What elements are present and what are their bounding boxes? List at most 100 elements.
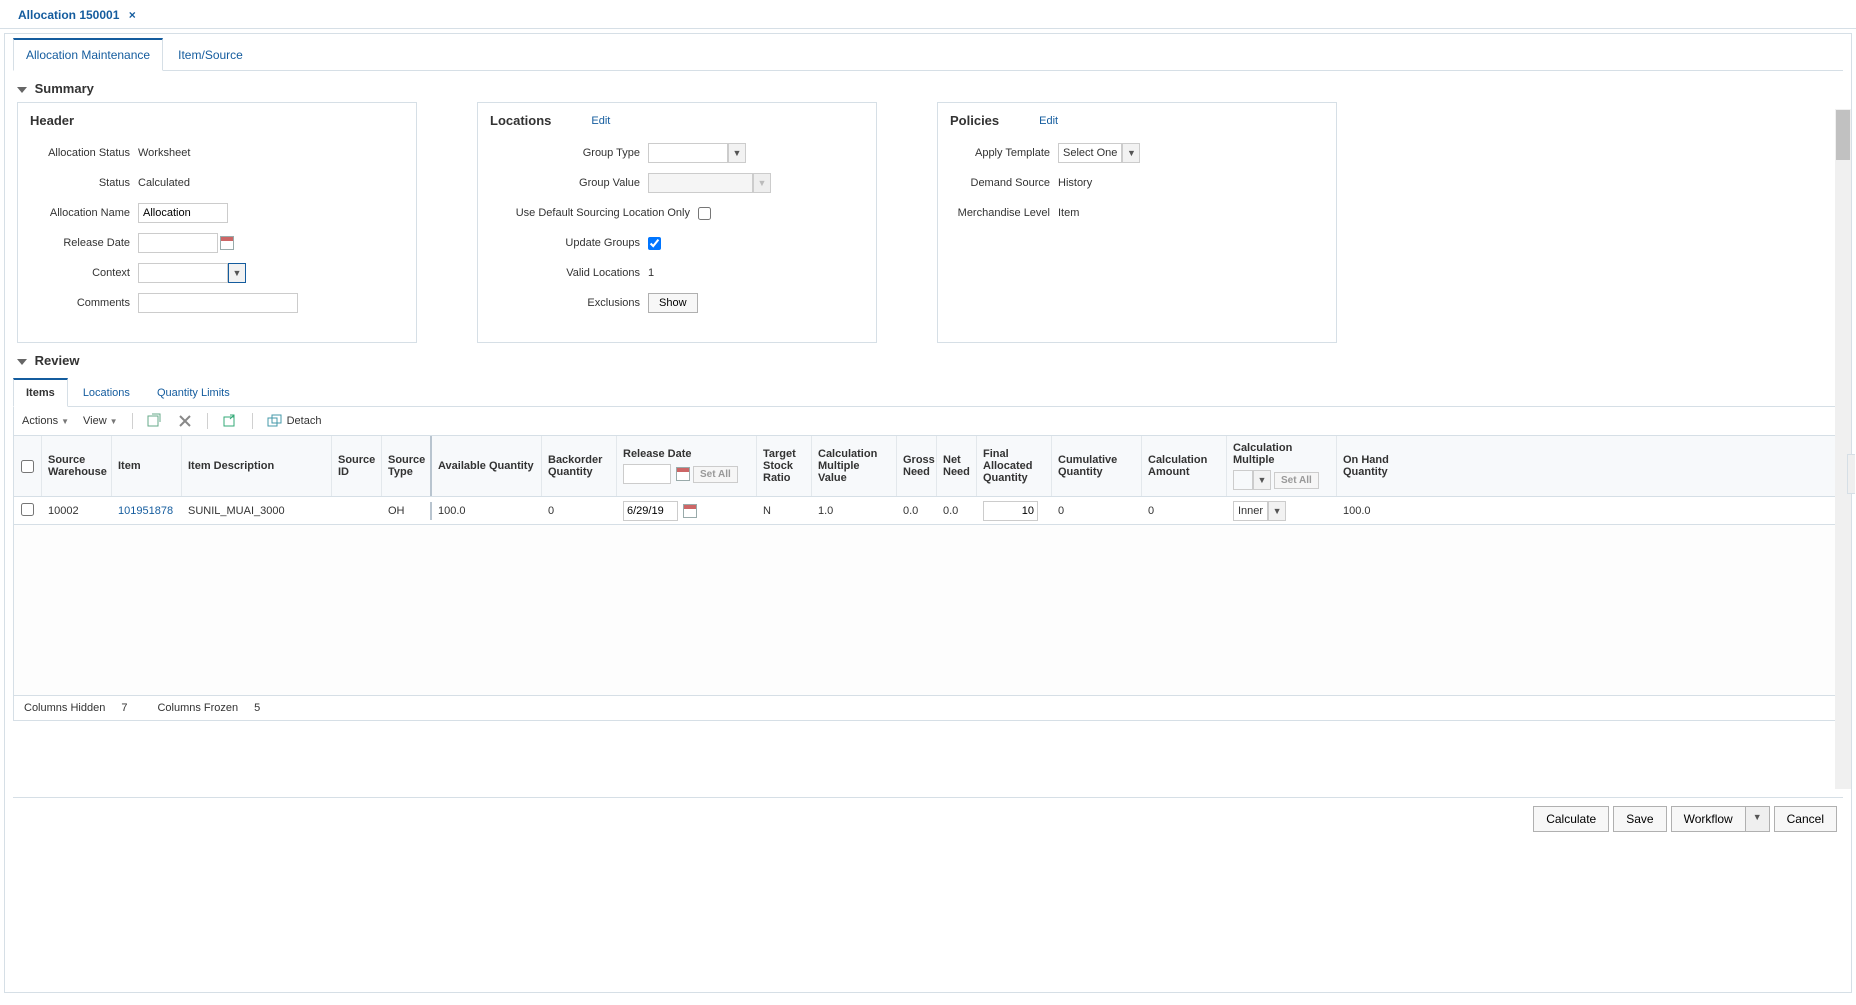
chevron-down-icon[interactable]: ▼ (228, 263, 246, 283)
tab-item-source[interactable]: Item/Source (166, 40, 255, 70)
row-checkbox[interactable] (21, 503, 34, 516)
cell-on-hand-qty: 100.0 (1337, 502, 1407, 520)
tab-items[interactable]: Items (13, 378, 68, 407)
col-release-date[interactable]: Release Date Set All (617, 436, 757, 496)
chevron-down-icon: ▼ (110, 417, 118, 426)
col-calc-multiple[interactable]: Calculation Multiple ▼ Set All (1227, 436, 1337, 496)
set-all-button[interactable]: Set All (1274, 472, 1319, 489)
col-source-id[interactable]: Source ID (332, 436, 382, 496)
actions-menu[interactable]: Actions ▼ (22, 415, 69, 427)
tab-allocation-maintenance[interactable]: Allocation Maintenance (13, 38, 163, 71)
calendar-icon[interactable] (220, 236, 234, 250)
col-source-type[interactable]: Source Type (382, 436, 432, 496)
detach-button[interactable]: Detach (267, 413, 322, 429)
header-panel-title: Header (30, 113, 74, 128)
review-header[interactable]: Review (13, 343, 1843, 374)
group-type-select[interactable] (648, 143, 728, 163)
locations-edit-link[interactable]: Edit (591, 115, 610, 127)
workflow-dropdown-toggle[interactable]: ▼ (1745, 806, 1770, 832)
export-icon[interactable] (222, 413, 238, 429)
chevron-down-icon[interactable]: ▼ (728, 143, 746, 163)
context-select[interactable] (138, 263, 228, 283)
col-net-need[interactable]: Net Need (937, 436, 977, 496)
tab-quantity-limits[interactable]: Quantity Limits (145, 380, 242, 406)
disclosure-icon (17, 87, 27, 93)
merchandise-level-label: Merchandise Level (950, 207, 1050, 219)
final-alloc-qty-input[interactable] (983, 501, 1038, 521)
calendar-icon[interactable] (676, 467, 690, 481)
col-item[interactable]: Item (112, 436, 182, 496)
cell-cumulative-qty: 0 (1052, 502, 1142, 520)
view-menu[interactable]: View ▼ (83, 415, 118, 427)
summary-header[interactable]: Summary (13, 71, 1843, 102)
delete-icon[interactable] (177, 413, 193, 429)
view-label: View (83, 415, 107, 427)
select-all-checkbox[interactable] (21, 460, 34, 473)
grid-toolbar: Actions ▼ View ▼ (13, 407, 1843, 436)
grid-footer: Columns Hidden 7 Columns Frozen 5 (14, 695, 1842, 720)
merchandise-level-value: Item (1058, 207, 1079, 219)
cell-source-id (332, 508, 382, 514)
col-target-stock-ratio[interactable]: Target Stock Ratio (757, 436, 812, 496)
col-gross-need[interactable]: Gross Need (897, 436, 937, 496)
col-calc-amount[interactable]: Calculation Amount (1142, 436, 1227, 496)
calendar-icon[interactable] (683, 504, 697, 518)
close-icon[interactable]: × (129, 8, 136, 22)
col-source-warehouse[interactable]: Source Warehouse (42, 436, 112, 496)
page-tab-allocation[interactable]: Allocation 150001 × (8, 2, 146, 28)
sub-tabs: Allocation Maintenance Item/Source (13, 38, 1843, 71)
row-release-date-input[interactable] (623, 501, 678, 521)
header-release-date-input[interactable] (623, 464, 671, 484)
scrollbar-thumb[interactable] (1836, 110, 1850, 160)
col-cumulative-qty[interactable]: Cumulative Quantity (1052, 436, 1142, 496)
set-all-button[interactable]: Set All (693, 466, 738, 483)
col-available-quantity[interactable]: Available Quantity (432, 436, 542, 496)
locations-panel: Locations Edit Group Type ▼ Group Value (477, 102, 877, 343)
vertical-scrollbar[interactable] (1835, 109, 1851, 789)
col-item-description[interactable]: Item Description (182, 436, 332, 496)
release-date-label: Release Date (30, 237, 130, 249)
comments-input[interactable] (138, 293, 298, 313)
header-calc-multiple-select[interactable] (1233, 470, 1253, 490)
items-grid: Source Warehouse Item Item Description S… (13, 436, 1843, 721)
workflow-button[interactable]: Workflow (1671, 806, 1745, 832)
policies-edit-link[interactable]: Edit (1039, 115, 1058, 127)
allocation-name-label: Allocation Name (30, 207, 130, 219)
separator (207, 413, 208, 429)
chevron-down-icon[interactable]: ▼ (1268, 501, 1286, 521)
allocation-status-label: Allocation Status (30, 147, 130, 159)
valid-locations-label: Valid Locations (490, 267, 640, 279)
show-button[interactable]: Show (648, 293, 698, 313)
chevron-down-icon[interactable]: ▼ (1253, 470, 1271, 490)
columns-frozen-value: 5 (254, 702, 260, 714)
allocation-name-input[interactable] (138, 203, 228, 223)
allocation-status-value: Worksheet (138, 147, 190, 159)
update-groups-checkbox[interactable] (648, 237, 661, 250)
columns-hidden-value: 7 (121, 702, 127, 714)
cancel-button[interactable]: Cancel (1774, 806, 1837, 832)
grid-header-row: Source Warehouse Item Item Description S… (14, 436, 1842, 497)
detach-label: Detach (287, 415, 322, 427)
calculate-button[interactable]: Calculate (1533, 806, 1609, 832)
col-backorder-quantity[interactable]: Backorder Quantity (542, 436, 617, 496)
use-default-sourcing-checkbox[interactable] (698, 207, 711, 220)
edit-icon[interactable] (147, 413, 163, 429)
save-button[interactable]: Save (1613, 806, 1666, 832)
demand-source-label: Demand Source (950, 177, 1050, 189)
tab-locations[interactable]: Locations (71, 380, 142, 406)
row-calc-multiple-select[interactable]: Inner (1233, 501, 1268, 521)
bottom-action-bar: Calculate Save Workflow ▼ Cancel (13, 797, 1843, 840)
apply-template-label: Apply Template (950, 147, 1050, 159)
chevron-down-icon: ▼ (61, 417, 69, 426)
col-on-hand-qty[interactable]: On Hand Quantity (1337, 436, 1407, 496)
apply-template-select[interactable]: Select One (1058, 143, 1122, 163)
use-default-sourcing-label: Use Default Sourcing Location Only (490, 207, 690, 219)
release-date-input[interactable] (138, 233, 218, 253)
sidebar-expand-handle[interactable] (1847, 454, 1855, 494)
chevron-down-icon[interactable]: ▼ (1122, 143, 1140, 163)
col-final-alloc-qty[interactable]: Final Allocated Quantity (977, 436, 1052, 496)
cell-item-link[interactable]: 101951878 (112, 502, 182, 520)
col-calc-mult-value[interactable]: Calculation Multiple Value (812, 436, 897, 496)
table-row[interactable]: 10002 101951878 SUNIL_MUAI_3000 OH 100.0… (14, 497, 1842, 525)
grid-empty-space (14, 525, 1842, 695)
